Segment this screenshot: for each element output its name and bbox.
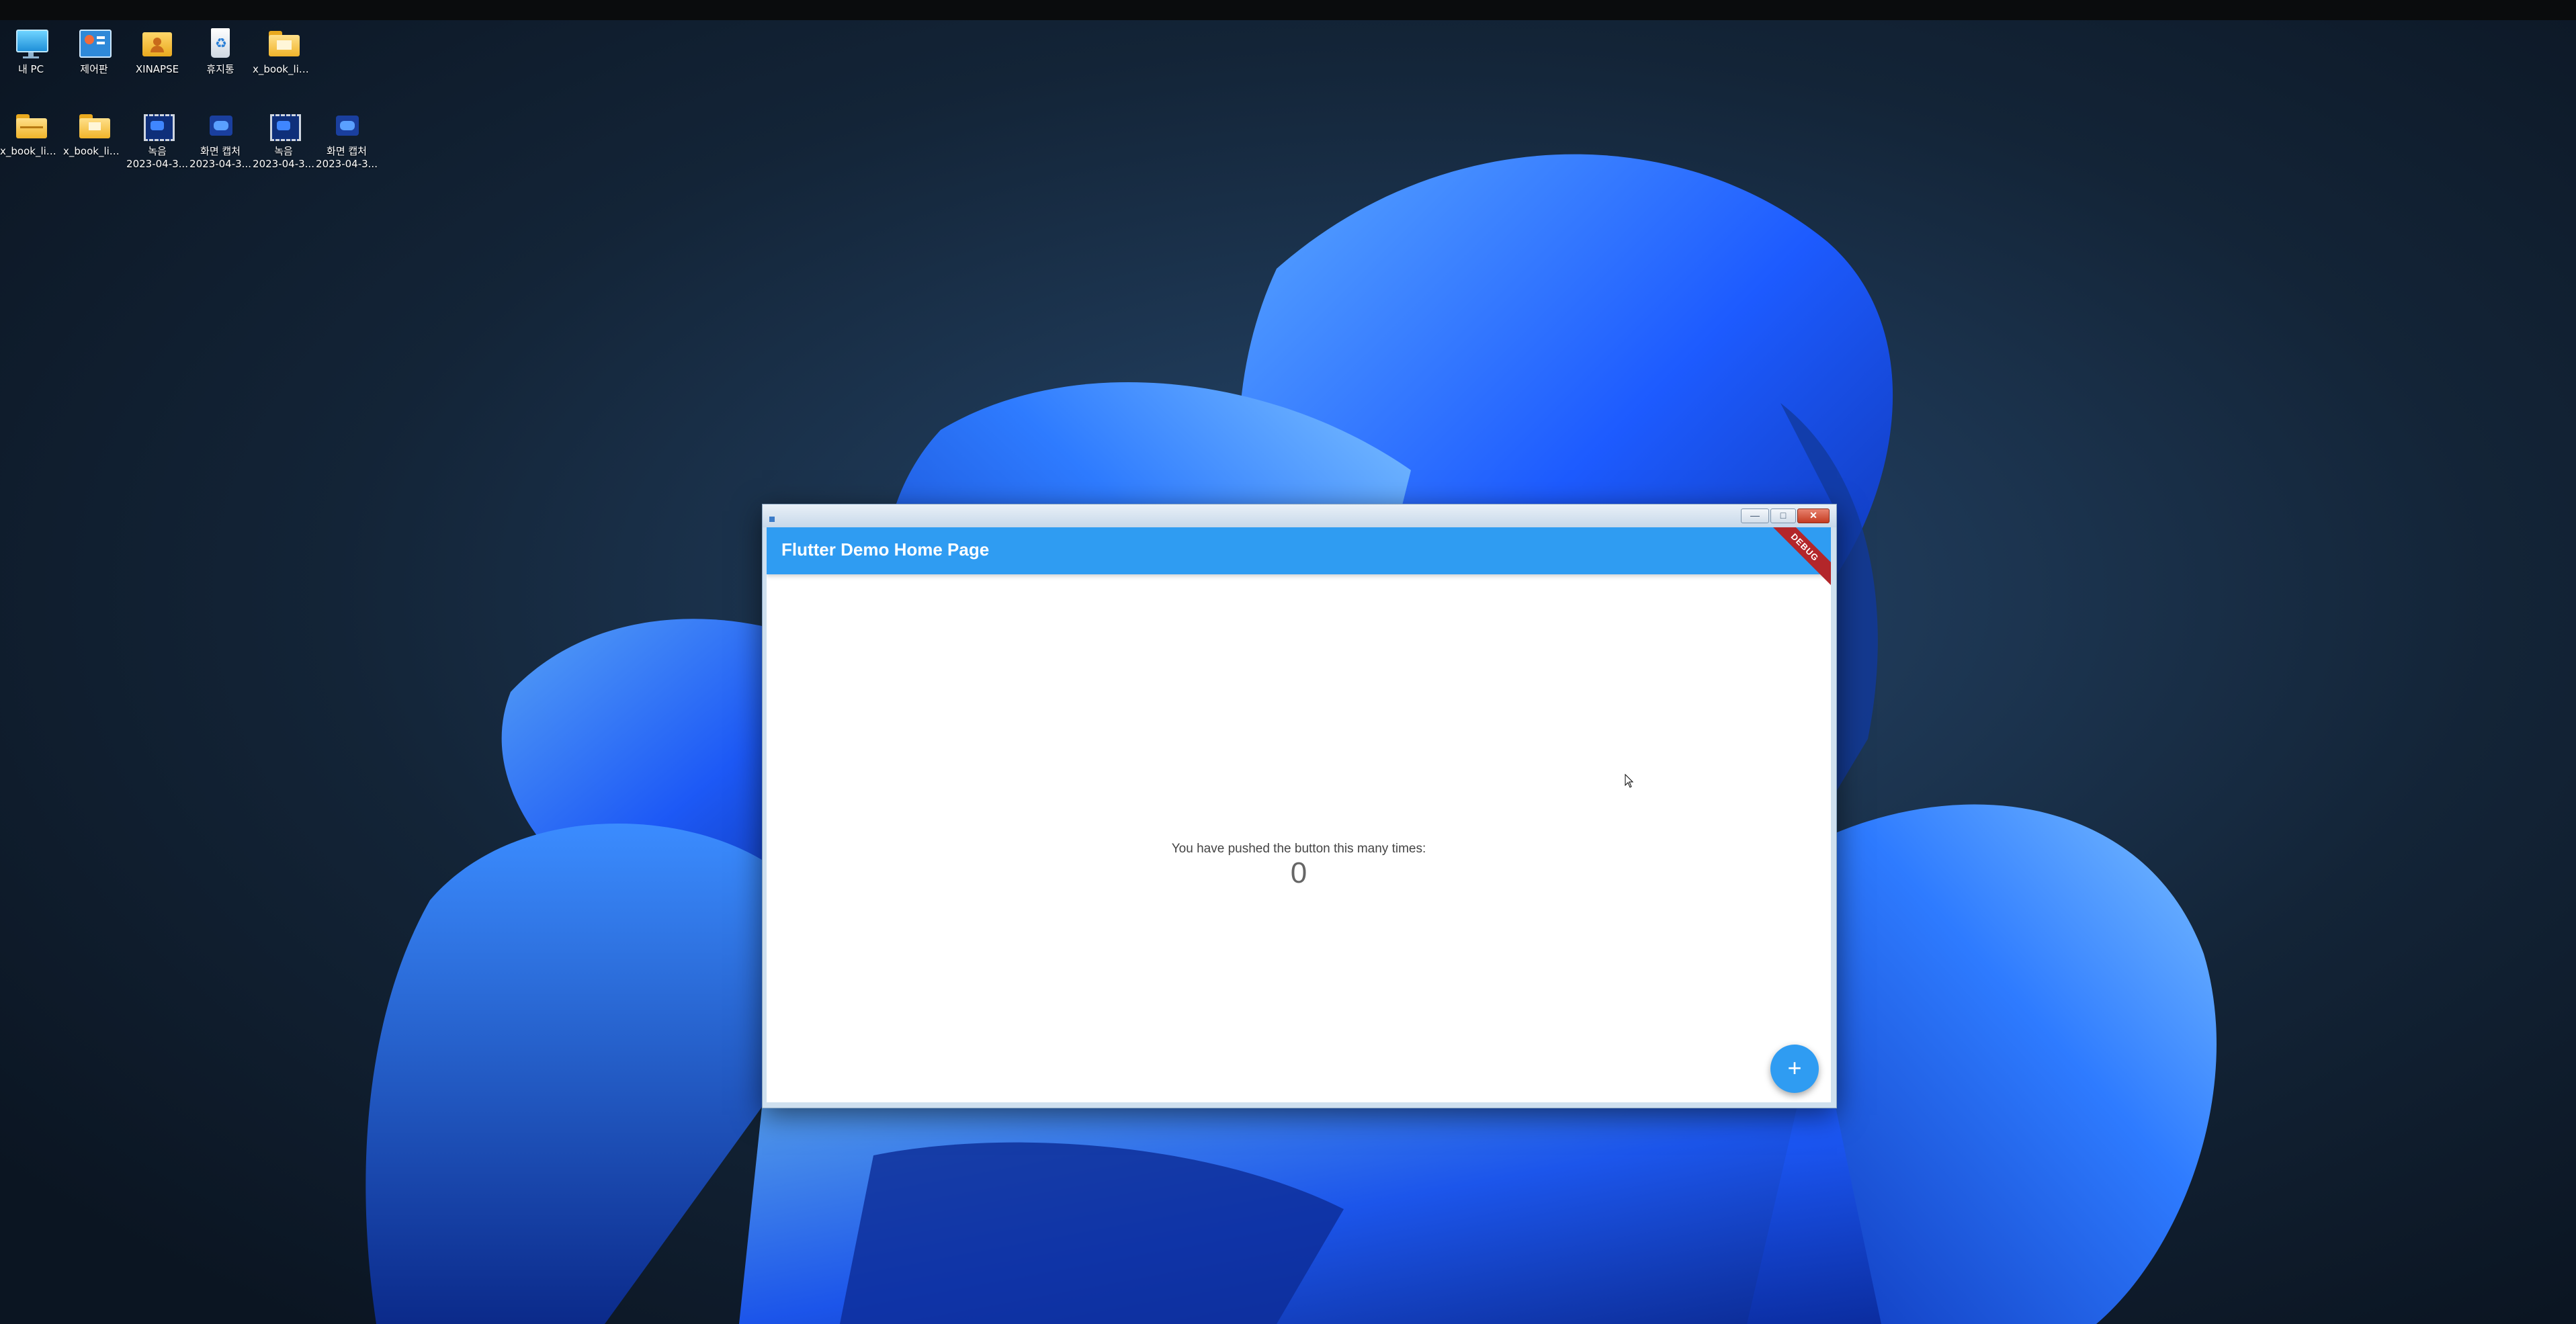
folder-icon — [266, 27, 301, 59]
desktop-icon-screenshot[interactable]: 화면 캡처 2023-04-3... — [189, 109, 251, 171]
desktop-icon-label: 내 PC — [17, 63, 44, 75]
app-title: Flutter Demo Home Page — [781, 539, 990, 560]
recycle-bin-icon: ♻ — [203, 27, 238, 59]
desktop-icon-pc[interactable]: 내 PC — [0, 27, 62, 76]
desktop-icon-video[interactable]: 녹음 2023-04-3... — [126, 109, 188, 171]
folder-icon — [13, 109, 48, 141]
desktop-icon-label: x_book_libr... — [253, 63, 314, 75]
mouse-cursor-icon — [1625, 774, 1634, 788]
desktop-icon-sublabel: 2023-04-3... — [316, 158, 378, 170]
desktop-icon-xinapse[interactable]: XINAPSE — [126, 27, 188, 76]
desktop-icon-video[interactable]: 녹음 2023-04-3... — [253, 109, 314, 171]
monitor-icon — [13, 27, 48, 59]
desktop-icon-folder[interactable]: x_book_libr... — [253, 27, 314, 76]
control-panel-icon — [77, 27, 112, 59]
minimize-button[interactable]: — — [1741, 509, 1769, 523]
desktop-icon-folder[interactable]: x_book_libr... — [63, 109, 125, 158]
window-titlebar[interactable]: — □ ✕ — [763, 504, 1836, 527]
screenshot-file-icon — [329, 109, 364, 141]
desktop-icon-label: 녹음 — [274, 145, 293, 157]
desktop-icon-label: 화면 캡처 — [327, 145, 367, 157]
desktop-icon-label: 화면 캡처 — [200, 145, 241, 157]
top-bar — [0, 0, 2576, 20]
screenshot-file-icon — [203, 109, 238, 141]
desktop-icon-label: x_book_libr... — [63, 145, 125, 157]
close-button[interactable]: ✕ — [1797, 509, 1830, 523]
desktop-icon-label: XINAPSE — [135, 63, 179, 75]
increment-button[interactable]: + — [1770, 1045, 1819, 1093]
app-content: Flutter Demo Home Page DEBUG You have pu… — [767, 527, 1831, 1102]
desktop-icon-sublabel: 2023-04-3... — [126, 158, 188, 170]
desktop-icon-folder[interactable]: x_book_libr... — [0, 109, 62, 158]
maximize-button[interactable]: □ — [1770, 509, 1796, 523]
desktop-icon-label: 녹음 — [148, 145, 167, 157]
counter-label: You have pushed the button this many tim… — [1171, 842, 1426, 856]
video-file-icon — [266, 109, 301, 141]
desktop-icon-label: 제어판 — [80, 63, 108, 75]
desktop-icon-label: x_book_libr... — [0, 145, 62, 157]
flutter-app-window[interactable]: — □ ✕ Flutter Demo Home Page DEBUG You h… — [762, 504, 1837, 1108]
desktop-icon-control-panel[interactable]: 제어판 — [63, 27, 125, 76]
desktop-icon-screenshot[interactable]: 화면 캡처 2023-04-3... — [316, 109, 378, 171]
desktop-icon-sublabel: 2023-04-3... — [253, 158, 314, 170]
desktop-icon-label: 휴지통 — [206, 63, 234, 75]
desktop-icon-recycle-bin[interactable]: ♻ 휴지통 — [189, 27, 251, 76]
app-bar: Flutter Demo Home Page — [767, 527, 1831, 574]
video-file-icon — [140, 109, 175, 141]
desktop-icon-sublabel: 2023-04-3... — [189, 158, 251, 170]
folder-icon — [77, 109, 112, 141]
counter-value: 0 — [1290, 856, 1307, 889]
user-folder-icon — [140, 27, 175, 59]
app-icon — [769, 517, 775, 522]
